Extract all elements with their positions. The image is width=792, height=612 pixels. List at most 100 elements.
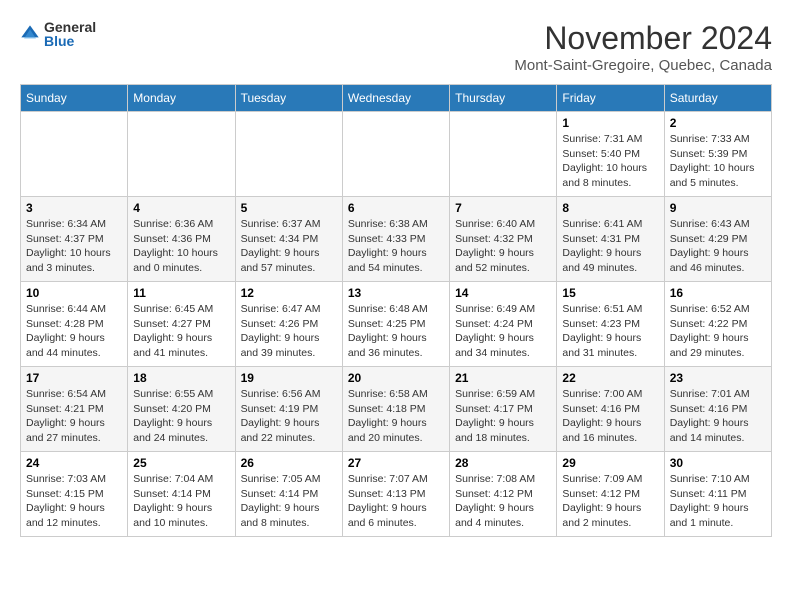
day-content: Sunrise: 6:55 AM Sunset: 4:20 PM Dayligh… (133, 387, 229, 446)
day-number: 6 (348, 201, 444, 215)
day-number: 8 (562, 201, 658, 215)
calendar-cell (21, 112, 128, 197)
calendar-cell: 22 Sunrise: 7:00 AM Sunset: 4:16 PM Dayli… (557, 367, 664, 452)
calendar-cell: 15 Sunrise: 6:51 AM Sunset: 4:23 PM Dayli… (557, 282, 664, 367)
day-content: Sunrise: 7:00 AM Sunset: 4:16 PM Dayligh… (562, 387, 658, 446)
calendar-cell: 14 Sunrise: 6:49 AM Sunset: 4:24 PM Dayli… (450, 282, 557, 367)
calendar-row: 3 Sunrise: 6:34 AM Sunset: 4:37 PM Daylig… (21, 197, 772, 282)
page-header: General Blue November 2024 Mont-Saint-Gr… (20, 20, 772, 74)
calendar-cell: 30 Sunrise: 7:10 AM Sunset: 4:11 PM Dayli… (664, 452, 771, 537)
day-content: Sunrise: 6:49 AM Sunset: 4:24 PM Dayligh… (455, 302, 551, 361)
day-number: 29 (562, 456, 658, 470)
day-number: 13 (348, 286, 444, 300)
day-content: Sunrise: 6:44 AM Sunset: 4:28 PM Dayligh… (26, 302, 122, 361)
day-content: Sunrise: 7:05 AM Sunset: 4:14 PM Dayligh… (241, 472, 337, 531)
calendar-cell: 9 Sunrise: 6:43 AM Sunset: 4:29 PM Daylig… (664, 197, 771, 282)
weekday-header-tuesday: Tuesday (235, 85, 342, 112)
day-content: Sunrise: 7:33 AM Sunset: 5:39 PM Dayligh… (670, 132, 766, 191)
day-number: 7 (455, 201, 551, 215)
calendar-cell: 7Sunrise: 6:40 AM Sunset: 4:32 PM Daylig… (450, 197, 557, 282)
day-number: 26 (241, 456, 337, 470)
calendar-cell (450, 112, 557, 197)
calendar-cell: 19 Sunrise: 6:56 AM Sunset: 4:19 PM Dayli… (235, 367, 342, 452)
day-content: Sunrise: 6:52 AM Sunset: 4:22 PM Dayligh… (670, 302, 766, 361)
day-content: Sunrise: 7:10 AM Sunset: 4:11 PM Dayligh… (670, 472, 766, 531)
day-number: 22 (562, 371, 658, 385)
calendar-cell: 13 Sunrise: 6:48 AM Sunset: 4:25 PM Dayli… (342, 282, 449, 367)
calendar-cell: 17Sunrise: 6:54 AM Sunset: 4:21 PM Dayli… (21, 367, 128, 452)
day-number: 1 (562, 116, 658, 130)
day-content: Sunrise: 7:01 AM Sunset: 4:16 PM Dayligh… (670, 387, 766, 446)
calendar-cell: 4Sunrise: 6:36 AM Sunset: 4:36 PM Daylig… (128, 197, 235, 282)
day-content: Sunrise: 6:34 AM Sunset: 4:37 PM Dayligh… (26, 217, 122, 276)
day-number: 2 (670, 116, 766, 130)
day-number: 9 (670, 201, 766, 215)
day-number: 18 (133, 371, 229, 385)
day-content: Sunrise: 7:09 AM Sunset: 4:12 PM Dayligh… (562, 472, 658, 531)
calendar-cell: 24 Sunrise: 7:03 AM Sunset: 4:15 PM Dayli… (21, 452, 128, 537)
calendar-cell: 18 Sunrise: 6:55 AM Sunset: 4:20 PM Dayli… (128, 367, 235, 452)
calendar-cell: 1 Sunrise: 7:31 AM Sunset: 5:40 PM Daylig… (557, 112, 664, 197)
day-number: 25 (133, 456, 229, 470)
calendar-header: SundayMondayTuesdayWednesdayThursdayFrid… (21, 85, 772, 112)
calendar-cell: 27 Sunrise: 7:07 AM Sunset: 4:13 PM Dayli… (342, 452, 449, 537)
day-content: Sunrise: 6:48 AM Sunset: 4:25 PM Dayligh… (348, 302, 444, 361)
logo: General Blue (20, 20, 96, 48)
location-subtitle: Mont-Saint-Gregoire, Quebec, Canada (514, 57, 772, 74)
day-number: 20 (348, 371, 444, 385)
weekday-header-monday: Monday (128, 85, 235, 112)
day-number: 15 (562, 286, 658, 300)
calendar-cell: 28Sunrise: 7:08 AM Sunset: 4:12 PM Dayli… (450, 452, 557, 537)
calendar-cell: 11Sunrise: 6:45 AM Sunset: 4:27 PM Dayli… (128, 282, 235, 367)
calendar-row: 10 Sunrise: 6:44 AM Sunset: 4:28 PM Dayli… (21, 282, 772, 367)
day-content: Sunrise: 7:31 AM Sunset: 5:40 PM Dayligh… (562, 132, 658, 191)
logo-text: General Blue (44, 20, 96, 48)
calendar-cell: 6 Sunrise: 6:38 AM Sunset: 4:33 PM Daylig… (342, 197, 449, 282)
day-content: Sunrise: 7:07 AM Sunset: 4:13 PM Dayligh… (348, 472, 444, 531)
day-content: Sunrise: 7:03 AM Sunset: 4:15 PM Dayligh… (26, 472, 122, 531)
calendar-cell: 25 Sunrise: 7:04 AM Sunset: 4:14 PM Dayli… (128, 452, 235, 537)
day-content: Sunrise: 6:56 AM Sunset: 4:19 PM Dayligh… (241, 387, 337, 446)
weekday-header-sunday: Sunday (21, 85, 128, 112)
calendar-cell: 2 Sunrise: 7:33 AM Sunset: 5:39 PM Daylig… (664, 112, 771, 197)
calendar-cell: 21Sunrise: 6:59 AM Sunset: 4:17 PM Dayli… (450, 367, 557, 452)
day-number: 5 (241, 201, 337, 215)
day-number: 24 (26, 456, 122, 470)
weekday-header-friday: Friday (557, 85, 664, 112)
day-content: Sunrise: 6:51 AM Sunset: 4:23 PM Dayligh… (562, 302, 658, 361)
calendar-cell: 8Sunrise: 6:41 AM Sunset: 4:31 PM Daylig… (557, 197, 664, 282)
calendar-cell (342, 112, 449, 197)
day-number: 27 (348, 456, 444, 470)
day-content: Sunrise: 6:38 AM Sunset: 4:33 PM Dayligh… (348, 217, 444, 276)
day-content: Sunrise: 7:04 AM Sunset: 4:14 PM Dayligh… (133, 472, 229, 531)
day-number: 11 (133, 286, 229, 300)
calendar-cell: 23 Sunrise: 7:01 AM Sunset: 4:16 PM Dayli… (664, 367, 771, 452)
day-number: 10 (26, 286, 122, 300)
day-number: 14 (455, 286, 551, 300)
calendar-cell: 26 Sunrise: 7:05 AM Sunset: 4:14 PM Dayli… (235, 452, 342, 537)
day-number: 3 (26, 201, 122, 215)
calendar-cell: 10 Sunrise: 6:44 AM Sunset: 4:28 PM Dayli… (21, 282, 128, 367)
day-content: Sunrise: 6:37 AM Sunset: 4:34 PM Dayligh… (241, 217, 337, 276)
calendar-cell: 16 Sunrise: 6:52 AM Sunset: 4:22 PM Dayli… (664, 282, 771, 367)
day-content: Sunrise: 6:43 AM Sunset: 4:29 PM Dayligh… (670, 217, 766, 276)
calendar-cell (128, 112, 235, 197)
day-number: 30 (670, 456, 766, 470)
calendar-cell: 5 Sunrise: 6:37 AM Sunset: 4:34 PM Daylig… (235, 197, 342, 282)
weekday-header-saturday: Saturday (664, 85, 771, 112)
weekday-header-thursday: Thursday (450, 85, 557, 112)
day-number: 19 (241, 371, 337, 385)
day-content: Sunrise: 6:59 AM Sunset: 4:17 PM Dayligh… (455, 387, 551, 446)
logo-blue-text: Blue (44, 34, 96, 48)
day-number: 23 (670, 371, 766, 385)
logo-general-text: General (44, 20, 96, 34)
logo-icon (20, 24, 40, 44)
calendar-cell (235, 112, 342, 197)
calendar-body: 1 Sunrise: 7:31 AM Sunset: 5:40 PM Daylig… (21, 112, 772, 537)
calendar-table: SundayMondayTuesdayWednesdayThursdayFrid… (20, 84, 772, 537)
calendar-cell: 3 Sunrise: 6:34 AM Sunset: 4:37 PM Daylig… (21, 197, 128, 282)
day-content: Sunrise: 6:58 AM Sunset: 4:18 PM Dayligh… (348, 387, 444, 446)
day-number: 16 (670, 286, 766, 300)
day-content: Sunrise: 7:08 AM Sunset: 4:12 PM Dayligh… (455, 472, 551, 531)
month-title: November 2024 (514, 20, 772, 57)
